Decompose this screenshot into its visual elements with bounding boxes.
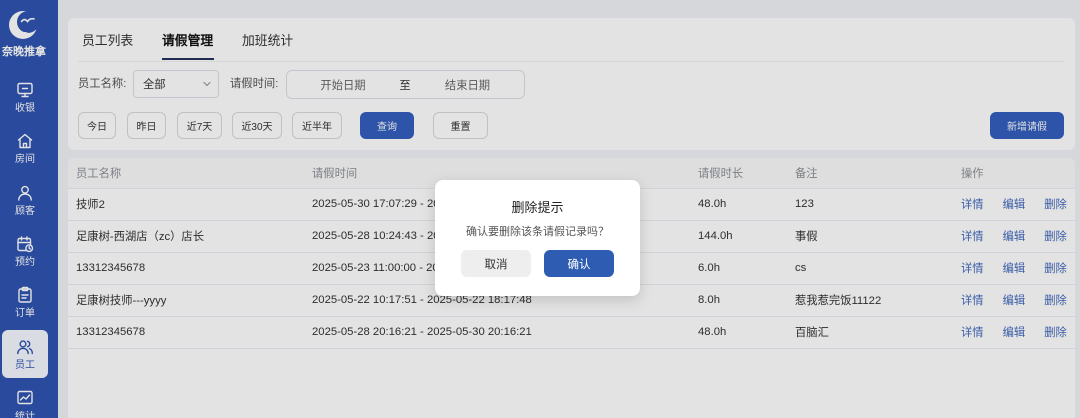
confirm-button[interactable]: 确认	[544, 250, 614, 277]
button-label: 确认	[567, 258, 591, 271]
dialog-message: 确认要删除该条请假记录吗？	[466, 226, 609, 238]
button-label: 取消	[484, 258, 508, 271]
cancel-button[interactable]: 取消	[461, 250, 531, 277]
dialog-title: 删除提示	[511, 200, 564, 215]
delete-confirm-dialog: 删除提示 确认要删除该条请假记录吗？ 取消 确认	[435, 180, 640, 296]
